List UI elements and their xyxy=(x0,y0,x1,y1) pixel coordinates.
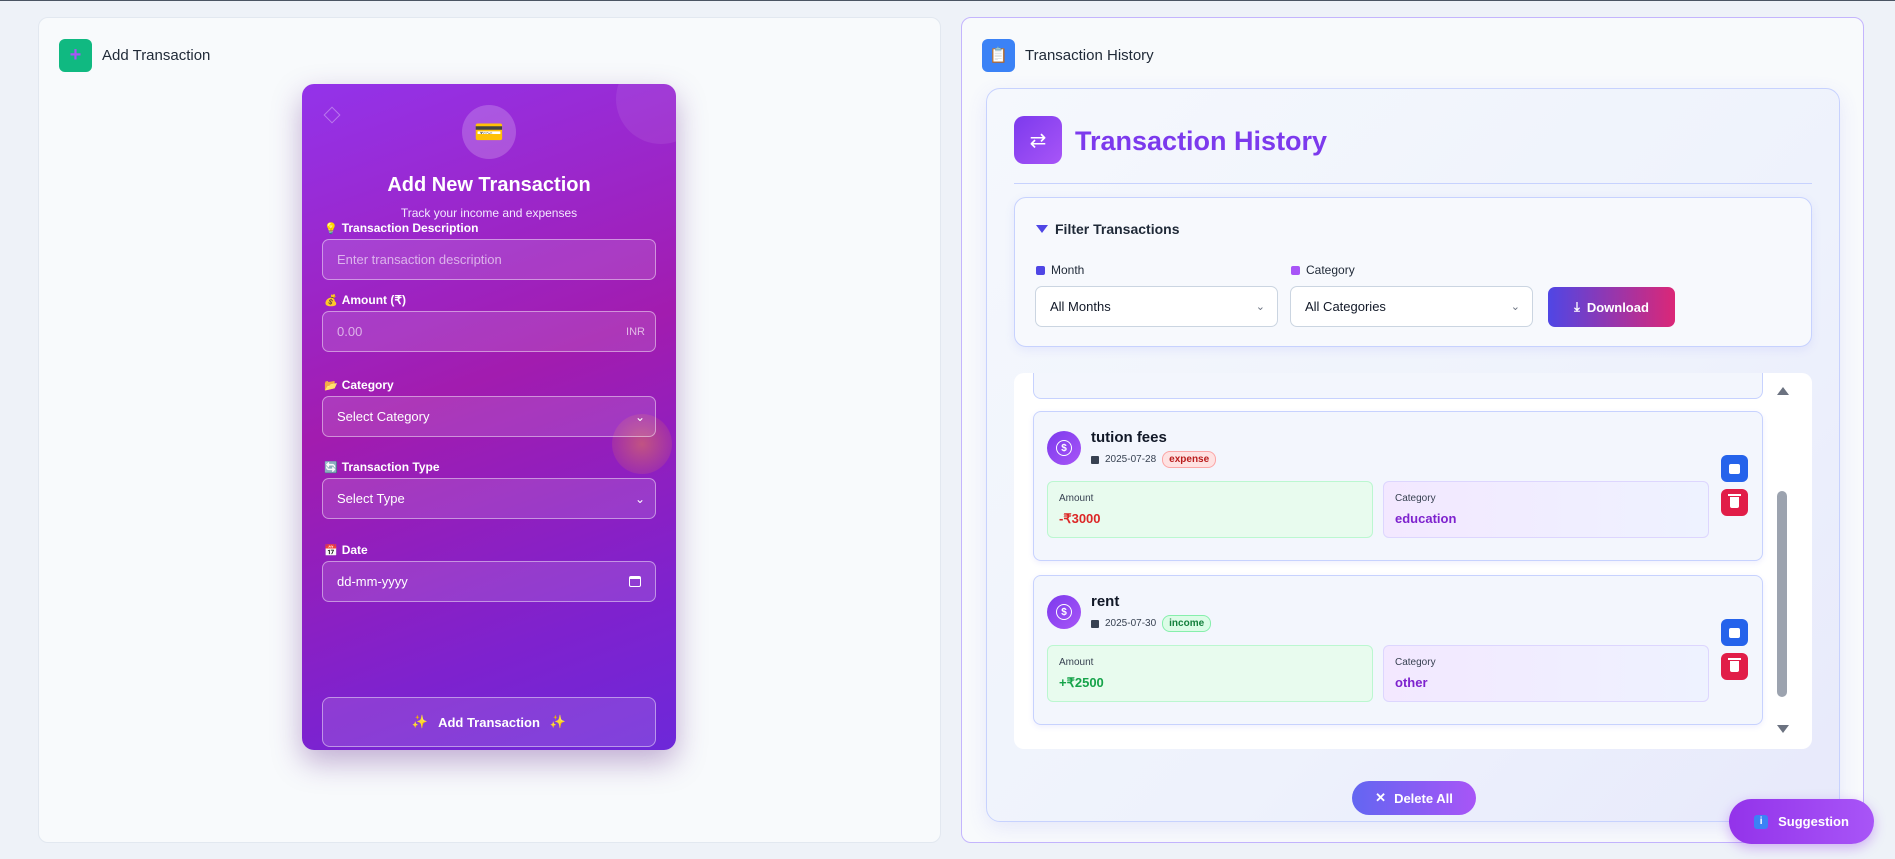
category-select[interactable]: Select Category ⌄ xyxy=(322,396,656,437)
list-item xyxy=(1033,373,1763,399)
filter-section: Filter Transactions Month All Months ⌄ C… xyxy=(1014,197,1812,347)
transaction-name: tution fees xyxy=(1091,429,1167,446)
add-transaction-form: 💳 Add New Transaction Track your income … xyxy=(302,84,676,750)
category-box: Category education xyxy=(1383,481,1709,538)
credit-card-icon: 💳 xyxy=(462,105,516,159)
description-input[interactable]: Enter transaction description xyxy=(322,239,656,280)
decorative-diamond xyxy=(323,106,341,124)
amount-value: +₹2500 xyxy=(1059,675,1104,690)
lightbulb-icon: 💡 xyxy=(324,222,338,235)
delete-all-button[interactable]: ✕ Delete All xyxy=(1352,781,1476,815)
month-filter-select[interactable]: All Months ⌄ xyxy=(1035,286,1278,327)
divider xyxy=(1014,183,1812,184)
add-transaction-button[interactable]: ✨ Add Transaction ✨ xyxy=(322,697,656,747)
chevron-down-icon: ⌄ xyxy=(1255,301,1265,313)
description-label: 💡 Transaction Description xyxy=(324,221,479,235)
suggestion-button[interactable]: i Suggestion xyxy=(1729,799,1874,844)
calendar-icon xyxy=(1091,455,1099,464)
category-value: education xyxy=(1395,511,1457,526)
edit-button[interactable] xyxy=(1721,619,1748,646)
transaction-history-panel: 📋 Transaction History ⇄ Transaction Hist… xyxy=(961,17,1864,843)
edit-icon xyxy=(1729,463,1740,474)
calendar-icon: 📅 xyxy=(324,544,338,557)
sparkle-icon: ✨ xyxy=(549,714,567,729)
transaction-type-select[interactable]: Select Type ⌄ xyxy=(322,478,656,519)
transaction-meta: 2025-07-28 expense xyxy=(1091,451,1217,468)
transaction-meta: 2025-07-30 income xyxy=(1091,615,1212,632)
form-title: Add New Transaction xyxy=(387,174,591,196)
date-input[interactable]: dd-mm-yyyy xyxy=(322,561,656,602)
amount-box: Amount -₹3000 xyxy=(1047,481,1373,538)
transaction-date: 2025-07-28 xyxy=(1105,454,1157,465)
trash-icon xyxy=(1728,494,1741,508)
sparkle-icon: ✨ xyxy=(411,714,429,729)
dollar-icon: $ xyxy=(1047,431,1081,465)
currency-suffix: INR xyxy=(626,325,645,338)
dollar-icon: $ xyxy=(1047,595,1081,629)
add-transaction-panel-header: + Add Transaction xyxy=(59,38,210,72)
calendar-picker-icon[interactable] xyxy=(629,576,641,587)
month-filter-label: Month xyxy=(1036,263,1084,277)
transaction-list[interactable]: $ tution fees 2025-07-28 expense Amount … xyxy=(1014,373,1812,749)
calendar-icon xyxy=(1091,619,1099,628)
amount-box: Amount +₹2500 xyxy=(1047,645,1373,702)
info-icon: i xyxy=(1754,814,1769,829)
decorative-circle xyxy=(616,84,676,144)
transactions-icon: ⇄ xyxy=(1014,116,1062,164)
filter-icon xyxy=(1036,225,1048,233)
transaction-name: rent xyxy=(1091,593,1120,610)
form-subtitle: Track your income and expenses xyxy=(400,206,578,220)
category-filter-select[interactable]: All Categories ⌄ xyxy=(1290,286,1533,327)
delete-button[interactable] xyxy=(1721,653,1748,680)
transaction-date: 2025-07-30 xyxy=(1105,618,1157,629)
edit-icon xyxy=(1729,627,1740,638)
download-button[interactable]: ⤓ Download xyxy=(1548,287,1675,327)
close-icon: ✕ xyxy=(1375,790,1387,805)
clipboard-icon: 📋 xyxy=(982,38,1015,72)
arrows-icon: 🔄 xyxy=(324,461,338,474)
folder-icon: 📂 xyxy=(324,379,338,392)
money-bag-icon: 💰 xyxy=(324,294,338,307)
calendar-icon xyxy=(1036,265,1045,275)
category-box: Category other xyxy=(1383,645,1709,702)
chevron-down-icon: ⌄ xyxy=(1510,301,1520,313)
category-label: 📂 Category xyxy=(324,378,394,392)
amount-value: -₹3000 xyxy=(1059,511,1101,526)
window-top-border xyxy=(0,0,1895,1)
delete-button[interactable] xyxy=(1721,489,1748,516)
edit-button[interactable] xyxy=(1721,455,1748,482)
scroll-thumb[interactable] xyxy=(1777,491,1787,697)
chevron-down-icon: ⌄ xyxy=(634,409,645,424)
filter-title: Filter Transactions xyxy=(1036,221,1179,237)
history-panel-header: 📋 Transaction History xyxy=(982,38,1154,72)
category-value: other xyxy=(1395,675,1428,690)
download-icon: ⤓ xyxy=(1574,299,1580,314)
panel-title: Add Transaction xyxy=(102,46,211,64)
list-item: $ rent 2025-07-30 income Amount +₹2500 C… xyxy=(1033,575,1763,725)
type-badge: income xyxy=(1162,615,1212,632)
history-card: ⇄ Transaction History Filter Transaction… xyxy=(986,88,1840,822)
tag-icon xyxy=(1291,265,1300,275)
category-filter-label: Category xyxy=(1291,263,1355,277)
amount-label: 💰 Amount (₹) xyxy=(324,293,406,307)
scrollbar[interactable] xyxy=(1775,381,1789,741)
history-title: Transaction History xyxy=(1075,126,1328,156)
chevron-down-icon: ⌄ xyxy=(634,491,645,506)
type-badge: expense xyxy=(1162,451,1217,468)
scroll-down-arrow[interactable] xyxy=(1777,725,1789,733)
scroll-up-arrow[interactable] xyxy=(1777,387,1789,395)
plus-icon: + xyxy=(59,38,92,72)
trash-icon xyxy=(1728,658,1741,672)
list-item: $ tution fees 2025-07-28 expense Amount … xyxy=(1033,411,1763,561)
date-label: 📅 Date xyxy=(324,543,368,557)
amount-input[interactable]: 0.00 INR xyxy=(322,311,656,352)
panel-title: Transaction History xyxy=(1025,46,1154,64)
transaction-type-label: 🔄 Transaction Type xyxy=(324,460,440,474)
add-transaction-panel: + Add Transaction 💳 Add New Transaction … xyxy=(38,17,941,843)
